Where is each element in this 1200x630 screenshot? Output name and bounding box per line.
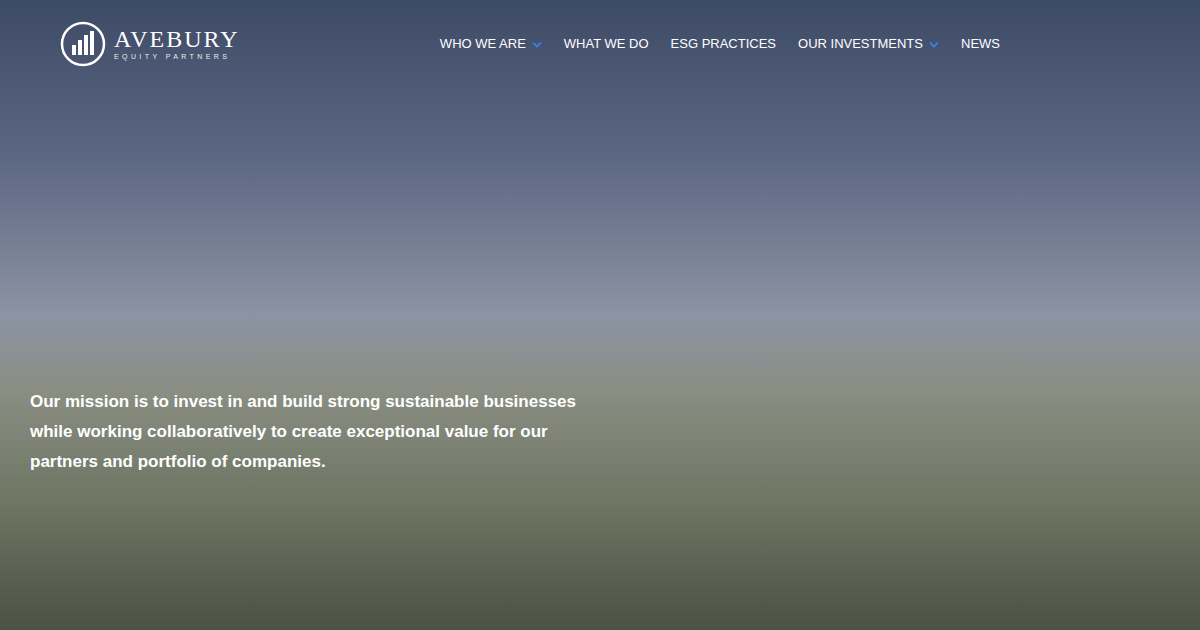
page: AVEBURYEQUITY PARTNERS WHO WE ARE WHAT WE … (0, 0, 1200, 630)
chevron-down-icon (532, 41, 542, 48)
nav-item[interactable]: WHAT WE DO (564, 36, 649, 52)
nav-item[interactable]: NEWS (961, 36, 1000, 52)
hero: Our mission is to invest in and build st… (0, 90, 1200, 630)
nav-item[interactable]: OUR INVESTMENTS (798, 36, 939, 52)
logo[interactable]: AVEBURYEQUITY PARTNERS (60, 21, 240, 67)
logo-name: AVEBURY (114, 26, 240, 52)
logo-tagline: EQUITY PARTNERS (114, 52, 240, 62)
nav-item[interactable]: WHO WE ARE (440, 36, 542, 52)
site-header: AVEBURYEQUITY PARTNERS WHO WE ARE WHAT WE … (0, 0, 1200, 90)
main-nav: WHO WE ARE WHAT WE DO ESG PRACTICES OUR INV… (440, 21, 1000, 52)
mission-text: Our mission is to invest in and build st… (30, 387, 590, 477)
logo-icon (60, 21, 106, 67)
nav-item[interactable]: ESG PRACTICES (671, 36, 776, 52)
chevron-down-icon (929, 41, 939, 48)
